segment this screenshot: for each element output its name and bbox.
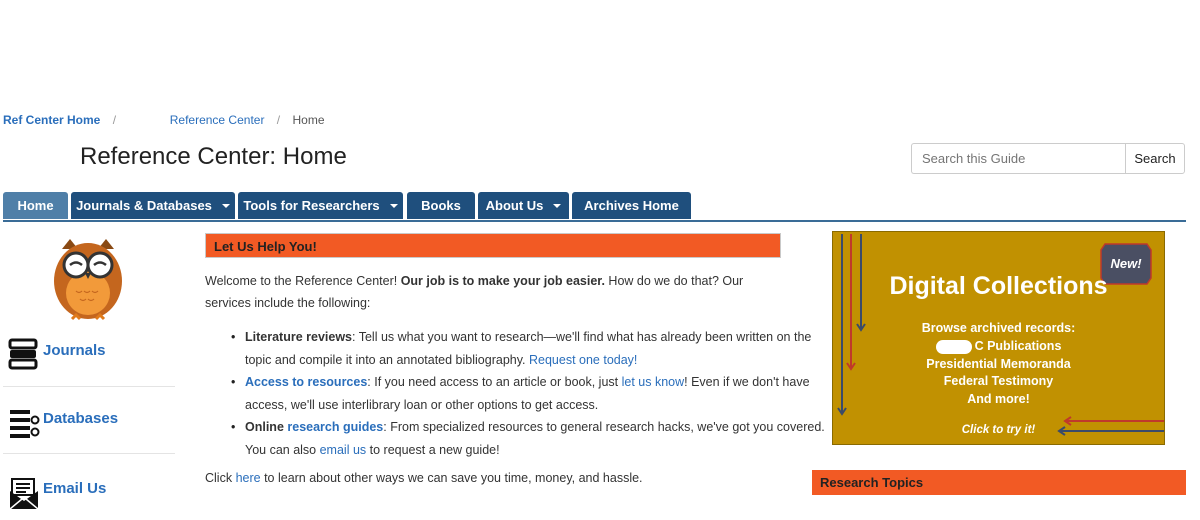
owl-mascot-icon [54, 239, 122, 321]
request-review-link[interactable]: Request one today! [529, 353, 637, 367]
caret-down-icon [553, 203, 562, 208]
list-item: Literature reviews: Tell us what you wan… [231, 326, 825, 371]
intro-emphasis: Our job is to make your job easier. [400, 274, 605, 288]
banner-title: Digital Collections [889, 272, 1108, 300]
tab-archives-home[interactable]: Archives Home [572, 192, 691, 219]
guide-search: Search [911, 143, 1185, 174]
breadcrumb: Ref Center Home / Reference Center / Hom… [3, 113, 325, 127]
tab-books[interactable]: Books [407, 192, 475, 219]
help-heading: Let Us Help You! [205, 233, 781, 258]
access-resources-link[interactable]: Access to resources [245, 375, 367, 389]
tab-label: About Us [485, 198, 544, 213]
page-title: Reference Center: Home [80, 143, 347, 170]
services-list: Literature reviews: Tell us what you wan… [205, 326, 825, 461]
breadcrumb-home-link[interactable]: Ref Center Home [3, 113, 100, 127]
tab-label: Tools for Researchers [243, 198, 380, 213]
search-input[interactable] [911, 143, 1125, 174]
digital-collections-banner[interactable]: New! Digital Collections Browse archived… [832, 231, 1165, 445]
tab-tools-for-researchers[interactable]: Tools for Researchers [238, 192, 403, 219]
breadcrumb-current: Home [292, 113, 325, 127]
sidebar-item-email-us[interactable]: Email Us [3, 455, 175, 515]
email-icon [9, 478, 39, 509]
click-text: Click [205, 471, 236, 485]
service-text: to request a new guide! [366, 442, 500, 457]
banner-line: Browse archived records: [921, 321, 1076, 335]
redacted-region [935, 339, 972, 354]
sidebar-item-label: Journals [43, 342, 106, 359]
here-link[interactable]: here [236, 471, 261, 485]
caret-down-icon [389, 203, 398, 208]
banner-line: Federal Testimony [943, 374, 1054, 389]
service-name: Online [245, 420, 288, 434]
list-item: Access to resources: If you need access … [231, 371, 825, 416]
intro-text: Welcome to the Reference Center! [205, 274, 401, 288]
tab-label: Archives Home [584, 198, 679, 213]
let-us-know-link[interactable]: let us know [622, 375, 685, 389]
click-text: to learn about other ways we can save yo… [260, 471, 643, 485]
databases-icon [10, 410, 40, 438]
breadcrumb-separator: / [112, 113, 117, 127]
banner-line: And more! [967, 392, 1030, 407]
tab-about-us[interactable]: About Us [478, 192, 569, 219]
redacted-region [128, 114, 167, 124]
new-badge-label: New! [1110, 256, 1142, 271]
tab-journals-databases[interactable]: Journals & Databases [71, 192, 235, 219]
intro-paragraph: Welcome to the Reference Center! Our job… [205, 270, 785, 314]
tab-label: Home [17, 198, 54, 213]
journals-icon [8, 338, 38, 370]
click-here-paragraph: Click here to learn about other ways we … [205, 471, 643, 485]
sidebar-item-journals[interactable]: Journals [3, 326, 175, 387]
service-name: Literature reviews [245, 330, 352, 344]
guide-nav: Home Journals & Databases Tools for Rese… [3, 192, 1186, 222]
list-item: Online research guides: From specialized… [231, 416, 825, 461]
sidebar-item-databases[interactable]: Databases [3, 385, 175, 454]
sidebar-item-label: Databases [43, 410, 119, 427]
service-text: : If you need access to an article or bo… [367, 375, 622, 389]
tab-label: Journals & Databases [76, 198, 212, 213]
breadcrumb-center-link[interactable]: Reference Center [170, 113, 265, 127]
email-us-link[interactable]: email us [320, 443, 367, 457]
breadcrumb-separator: / [276, 113, 281, 127]
caret-down-icon [221, 203, 230, 208]
banner-line: C Publications [833, 338, 1164, 356]
research-topics-heading: Research Topics [812, 470, 1186, 495]
banner-line: Presidential Memoranda [926, 356, 1071, 371]
search-button[interactable]: Search [1125, 143, 1185, 174]
sidebar-item-label: Email Us [43, 480, 107, 497]
tab-label: Books [421, 198, 461, 213]
banner-cta[interactable]: Click to try it! [833, 424, 1164, 436]
banner-line-text: C Publications [974, 338, 1062, 353]
banner-list: Browse archived records: C Publications … [833, 320, 1164, 409]
tab-home[interactable]: Home [3, 192, 68, 219]
research-guides-link[interactable]: research guides [287, 420, 383, 434]
